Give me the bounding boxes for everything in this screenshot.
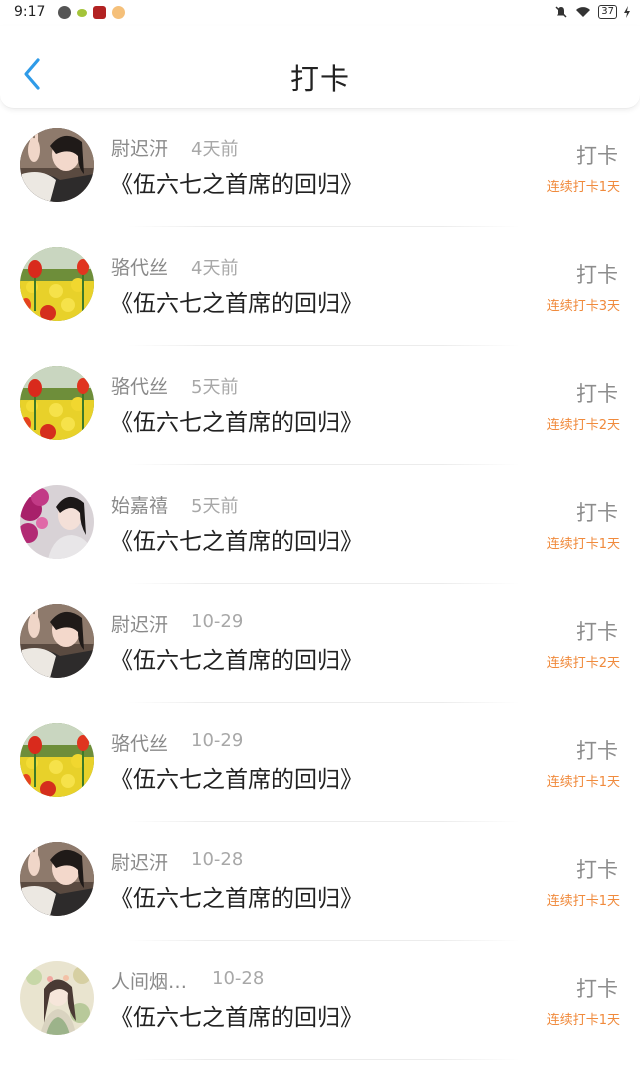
checkin-button[interactable]: 打卡 [576, 616, 618, 646]
system-icons: 37 [554, 5, 630, 19]
checkin-button[interactable]: 打卡 [576, 259, 618, 289]
checkin-button[interactable]: 打卡 [576, 497, 618, 527]
avatar[interactable] [20, 723, 94, 797]
app-notification-icon [93, 6, 106, 19]
notification-icons [58, 6, 125, 19]
user-name[interactable]: 骆代丝 [111, 729, 168, 756]
page-title: 打卡 [289, 62, 350, 96]
post-time: 4天前 [191, 258, 239, 279]
streak-label: 连续打卡1天 [546, 775, 620, 790]
avatar[interactable] [20, 366, 94, 440]
avatar[interactable] [20, 842, 94, 916]
checkin-item[interactable]: 骆代丝 10-29 《伍六七之首席的回归》 打卡连续打卡1天 [0, 703, 640, 822]
post-time: 4天前 [191, 139, 239, 160]
user-name[interactable]: 骆代丝 [111, 253, 168, 280]
row-divider [128, 1059, 520, 1060]
book-title[interactable]: 《伍六七之首席的回归》 [110, 522, 363, 556]
book-title[interactable]: 《伍六七之首席的回归》 [110, 403, 363, 437]
avatar[interactable] [20, 247, 94, 321]
post-time: 5天前 [191, 377, 239, 398]
checkin-item[interactable]: 尉迟汧 10-29 《伍六七之首席的回归》 打卡连续打卡2天 [0, 584, 640, 703]
streak-label: 连续打卡1天 [546, 1013, 620, 1028]
checkin-button[interactable]: 打卡 [576, 973, 618, 1003]
checkin-item[interactable]: 始嘉禧 5天前《伍六七之首席的回归》 打卡连续打卡1天 [0, 465, 640, 584]
post-time: 10-29 [191, 611, 244, 632]
user-name[interactable]: 始嘉禧 [111, 491, 168, 518]
avatar[interactable] [20, 485, 94, 559]
avatar[interactable] [20, 961, 94, 1035]
avatar[interactable] [20, 128, 94, 202]
checkin-item[interactable]: 尉迟汧 10-28 《伍六七之首席的回归》 打卡连续打卡1天 [0, 822, 640, 941]
checkin-button[interactable]: 打卡 [576, 140, 618, 170]
app-notification-icon [58, 6, 71, 19]
streak-label: 连续打卡1天 [546, 180, 620, 195]
post-time: 10-28 [212, 968, 265, 989]
top-navigation-bar: 打卡 [0, 26, 640, 109]
user-name[interactable]: 尉迟汧 [111, 134, 168, 161]
post-time: 10-28 [191, 849, 244, 870]
app-notification-icon [77, 8, 87, 17]
charging-icon [624, 6, 630, 18]
checkin-item[interactable]: 人间烟… 10-28 《伍六七之首席的回归》 打卡连续打卡1天 [0, 941, 640, 1060]
post-time: 10-29 [191, 730, 244, 751]
checkin-list: 尉迟汧 4天前 《伍六七之首席的回归》 打卡 连续打卡1天 骆代丝 4天前 《伍六七之首席的… [0, 108, 640, 1060]
status-time: 9:17 [14, 4, 46, 20]
streak-label: 连续打卡1天 [546, 894, 620, 909]
streak-label: 连续打卡1天 [546, 537, 620, 552]
book-title[interactable]: 《伍六七之首席的回归》 [110, 284, 363, 318]
avatar[interactable] [20, 604, 94, 678]
mute-bell-icon [555, 6, 567, 18]
user-name[interactable]: 骆代丝 [111, 372, 168, 399]
streak-label: 连续打卡3天 [546, 299, 620, 314]
user-name[interactable]: 尉迟汧 [111, 610, 168, 637]
user-name[interactable]: 人间烟… [111, 967, 187, 994]
checkin-item[interactable]: 骆代丝 4天前《伍六七之首席的回归》 打卡连续打卡3天 [0, 227, 640, 346]
streak-label: 连续打卡2天 [546, 656, 620, 671]
streak-label: 连续打卡2天 [546, 418, 620, 433]
checkin-item[interactable]: 尉迟汧 4天前《伍六七之首席的回归》 打卡连续打卡1天 [0, 108, 640, 227]
book-title[interactable]: 《伍六七之首席的回归》 [110, 641, 363, 675]
wifi-icon [576, 7, 591, 17]
status-bar: 9:17 37 [0, 0, 640, 26]
book-title[interactable]: 《伍六七之首席的回归》 [110, 760, 363, 794]
post-time: 5天前 [191, 496, 239, 517]
battery-level: 37 [598, 5, 617, 19]
checkin-button[interactable]: 打卡 [576, 854, 618, 884]
app-notification-icon [112, 6, 125, 19]
checkin-button[interactable]: 打卡 [576, 735, 618, 765]
user-name[interactable]: 尉迟汧 [111, 848, 168, 875]
book-title[interactable]: 《伍六七之首席的回归》 [110, 879, 363, 913]
checkin-button[interactable]: 打卡 [576, 378, 618, 408]
book-title[interactable]: 《伍六七之首席的回归》 [110, 998, 363, 1032]
checkin-item[interactable]: 骆代丝 5天前《伍六七之首席的回归》 打卡连续打卡2天 [0, 346, 640, 465]
book-title[interactable]: 《伍六七之首席的回归》 [110, 165, 363, 199]
